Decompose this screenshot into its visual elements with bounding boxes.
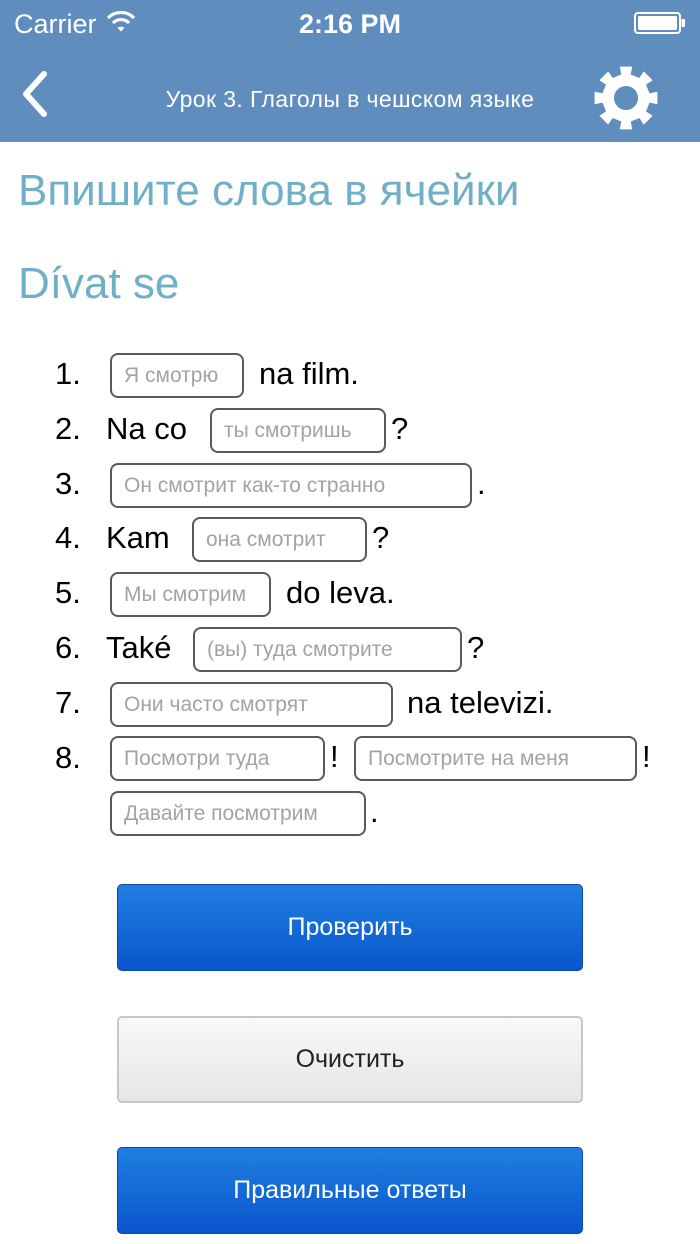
sentence-punctuation: ! <box>642 739 651 774</box>
exercise-number: 3. <box>55 466 81 501</box>
clock: 2:16 PM <box>298 9 402 39</box>
battery-icon <box>634 12 685 34</box>
sentence-text: na film. <box>259 356 359 391</box>
back-button[interactable] <box>12 64 58 124</box>
correct-answers-button[interactable]: Правильные ответы <box>117 1147 583 1234</box>
answer-field[interactable] <box>110 353 244 398</box>
answer-field[interactable] <box>210 408 386 453</box>
answer-field[interactable] <box>192 517 367 562</box>
exercise-number: 5. <box>55 575 81 610</box>
verb-title: Dívat se <box>18 259 180 308</box>
sentence-text: Kam <box>106 520 170 555</box>
exercise-number: 8. <box>55 740 81 775</box>
exercise-number: 6. <box>55 630 81 665</box>
instruction-heading: Впишите слова в ячейки <box>18 166 520 215</box>
sentence-text: ? <box>391 411 409 446</box>
sentence-text: ? <box>467 630 485 665</box>
exercise-number: 1. <box>55 356 81 391</box>
exercise-number: 4. <box>55 520 81 555</box>
gear-icon <box>594 66 658 130</box>
navigation-header: Carrier 2:16 PM Урок 3. Глаголы в чешско… <box>0 0 700 142</box>
answer-field[interactable] <box>110 572 271 617</box>
sentence-text: ? <box>372 520 390 555</box>
answer-field[interactable] <box>354 736 637 781</box>
answer-field[interactable] <box>110 463 472 508</box>
exercise-number: 2. <box>55 411 81 446</box>
answer-field[interactable] <box>110 736 325 781</box>
clear-button[interactable]: Очистить <box>117 1016 583 1103</box>
answer-field[interactable] <box>193 627 462 672</box>
sentence-text: do leva. <box>286 575 395 610</box>
settings-button[interactable] <box>588 60 664 136</box>
sentence-punctuation: . <box>370 794 379 829</box>
sentence-text: Také <box>106 630 172 665</box>
check-button[interactable]: Проверить <box>117 884 583 971</box>
lesson-title: Урок 3. Глаголы в чешском языке <box>165 86 535 112</box>
exercise-number: 7. <box>55 685 81 720</box>
chevron-left-icon <box>23 71 47 117</box>
sentence-text: Na co <box>106 411 187 446</box>
sentence-text: na televizi. <box>407 685 554 720</box>
sentence-punctuation: ! <box>330 739 339 774</box>
sentence-text: . <box>477 466 486 501</box>
answer-field[interactable] <box>110 682 393 727</box>
status-bar: Carrier 2:16 PM <box>0 0 700 46</box>
answer-field[interactable] <box>110 791 366 836</box>
